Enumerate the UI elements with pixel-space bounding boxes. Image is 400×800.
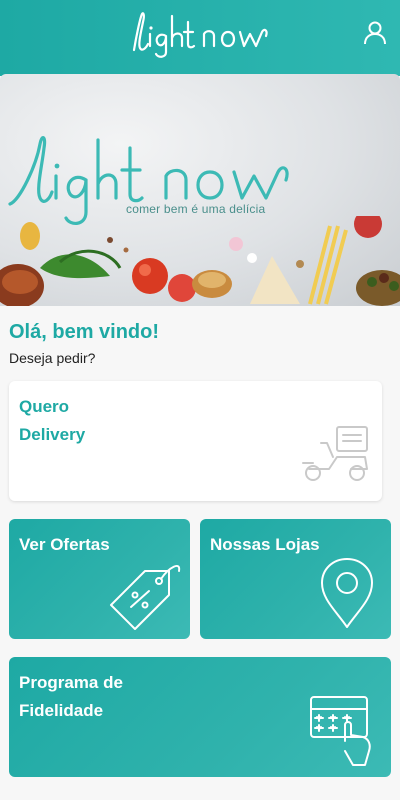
discount-tag-icon xyxy=(110,564,181,630)
food-illustration xyxy=(0,216,400,306)
offers-card-title: Ver Ofertas xyxy=(19,535,110,554)
location-pin-icon xyxy=(321,558,373,628)
user-icon[interactable] xyxy=(362,20,388,46)
delivery-scooter-icon xyxy=(302,426,368,481)
delivery-line-1: Quero xyxy=(19,397,70,416)
app-header xyxy=(0,0,400,76)
delivery-line-2: Delivery xyxy=(19,425,86,444)
delivery-card[interactable]: Quero Delivery xyxy=(9,381,382,501)
stores-card[interactable]: Nossas Lojas xyxy=(200,519,391,639)
stores-card-title: Nossas Lojas xyxy=(210,535,320,554)
brand-logo xyxy=(132,12,268,58)
hero-tagline: comer bem é uma delícia xyxy=(126,202,266,216)
loyalty-card-icon xyxy=(310,696,371,766)
offers-card[interactable]: Ver Ofertas xyxy=(9,519,190,639)
loyalty-card-title: Programa de Fidelidade xyxy=(19,669,199,725)
delivery-card-title: Quero Delivery xyxy=(19,393,199,449)
hero-banner: comer bem é uma delícia xyxy=(0,74,400,306)
loyalty-line-1: Programa de xyxy=(19,673,123,692)
loyalty-card[interactable]: Programa de Fidelidade xyxy=(9,657,391,777)
loyalty-line-2: Fidelidade xyxy=(19,701,104,720)
welcome-heading: Olá, bem vindo! xyxy=(9,321,160,343)
order-prompt: Deseja pedir? xyxy=(9,350,96,366)
